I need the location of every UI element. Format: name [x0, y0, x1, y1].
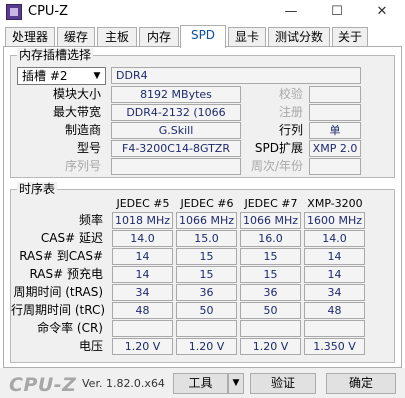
- spd-ext-label: SPD扩展: [254, 141, 303, 155]
- timing-cell: 36: [240, 284, 301, 301]
- timing-cell: 15: [176, 248, 237, 265]
- max-bandwidth-label: 最大带宽: [52, 105, 101, 119]
- timing-cell: 1.20 V: [176, 338, 237, 355]
- column-header-xmp: XMP-3200: [307, 197, 363, 210]
- timing-cell: 1.350 V: [304, 338, 365, 355]
- timings-group-title: 时序表: [17, 182, 58, 196]
- command-rate-label: 命令率 (CR): [37, 321, 103, 335]
- timing-cell: 14: [304, 266, 365, 283]
- serial-number-field: [111, 158, 241, 175]
- tools-button[interactable]: 工具: [173, 373, 228, 394]
- timing-cell: 36: [176, 284, 237, 301]
- module-size-field: 8192 MBytes: [111, 86, 241, 103]
- validate-button[interactable]: 验证: [250, 373, 316, 394]
- tab-cache[interactable]: 缓存: [57, 27, 95, 47]
- timing-cell: 34: [304, 284, 365, 301]
- timing-cell: 48: [304, 302, 365, 319]
- timing-cell: 15.0: [176, 230, 237, 247]
- timing-cell: [112, 320, 173, 337]
- timing-cell: 15: [240, 248, 301, 265]
- maximize-button[interactable]: ☐: [314, 0, 360, 25]
- part-number-field: F4-3200C14-8GTZR: [111, 140, 241, 157]
- ranks-field: 单: [309, 122, 361, 139]
- timing-cell: [176, 320, 237, 337]
- timing-cell: 14: [304, 248, 365, 265]
- cpu-z-app-icon: [6, 4, 22, 20]
- registered-label: 注册: [278, 105, 303, 119]
- timing-cell: 14: [112, 248, 173, 265]
- registered-field: [309, 104, 361, 121]
- title-bar: CPU-Z — ☐ ✕: [0, 0, 405, 25]
- timing-cell: 1.20 V: [112, 338, 173, 355]
- tab-bench[interactable]: 测试分数: [268, 27, 330, 47]
- column-header-jedec7: JEDEC #7: [244, 197, 298, 210]
- checksum-field: [309, 86, 361, 103]
- tab-spd[interactable]: SPD: [180, 25, 226, 48]
- checksum-label: 校验: [278, 87, 303, 101]
- cas-latency-label: CAS# 延迟: [40, 231, 103, 245]
- tab-strip: 处理器 缓存 主板 内存 SPD 显卡 测试分数 关于: [3, 25, 403, 48]
- footer-bar: CPU-Z Ver. 1.82.0.x64 工具 ▼ 验证 确定: [0, 368, 405, 398]
- timing-cell: 14: [112, 266, 173, 283]
- timing-cell: 1018 MHz: [112, 212, 173, 229]
- slot-select-value: 插槽 #2: [22, 69, 68, 83]
- module-size-label: 模块大小: [52, 87, 101, 101]
- close-button[interactable]: ✕: [359, 0, 405, 25]
- timing-cell: 1066 MHz: [240, 212, 301, 229]
- tab-processor[interactable]: 处理器: [5, 27, 55, 47]
- timing-cell: 1.20 V: [240, 338, 301, 355]
- tras-label: 周期时间 (tRAS): [13, 285, 103, 299]
- voltage-label: 电压: [78, 339, 103, 353]
- tab-about[interactable]: 关于: [332, 27, 368, 47]
- slot-select[interactable]: 插槽 #2 ▼: [17, 67, 106, 85]
- timing-cell: 50: [240, 302, 301, 319]
- timing-cell: 15: [240, 266, 301, 283]
- column-header-jedec6: JEDEC #6: [180, 197, 234, 210]
- spd-panel: 内存插槽选择 插槽 #2 ▼ DDR4 模块大小 8192 MBytes 校验 …: [3, 46, 402, 368]
- version-text: Ver. 1.82.0.x64: [82, 377, 165, 390]
- timing-cell: 15: [176, 266, 237, 283]
- manufacturer-label: 制造商: [64, 123, 101, 137]
- memory-slot-group: 内存插槽选择 插槽 #2 ▼ DDR4 模块大小 8192 MBytes 校验 …: [10, 48, 395, 178]
- ras-precharge-label: RAS# 预充电: [29, 267, 103, 281]
- window-title: CPU-Z: [28, 4, 69, 19]
- timing-cell: 14.0: [304, 230, 365, 247]
- spd-ext-field: XMP 2.0: [309, 140, 361, 157]
- timing-cell: 48: [112, 302, 173, 319]
- tab-graphics[interactable]: 显卡: [228, 27, 266, 47]
- ranks-label: 行列: [278, 123, 303, 137]
- timing-cell: 16.0: [240, 230, 301, 247]
- column-header-jedec5: JEDEC #5: [116, 197, 170, 210]
- timings-group: 时序表 JEDEC #5 JEDEC #6 JEDEC #7 XMP-3200 …: [10, 182, 395, 363]
- timing-cell: [240, 320, 301, 337]
- cpu-z-logo: CPU-Z: [9, 374, 77, 396]
- timing-cell: 1600 MHz: [304, 212, 365, 229]
- week-year-field: [309, 158, 361, 175]
- timing-cell: 14.0: [112, 230, 173, 247]
- max-bandwidth-field: DDR4-2132 (1066 MHz): [111, 104, 241, 134]
- minimize-button[interactable]: —: [268, 0, 314, 25]
- timing-cell: 50: [176, 302, 237, 319]
- chevron-down-icon: ▼: [93, 71, 101, 81]
- ok-button[interactable]: 确定: [326, 373, 396, 394]
- trc-label: 行周期时间 (tRC): [11, 303, 106, 317]
- manufacturer-field: G.Skill: [111, 122, 241, 139]
- frequency-label: 频率: [78, 213, 103, 227]
- timing-cell: 1066 MHz: [176, 212, 237, 229]
- week-year-label: 周次/年份: [250, 159, 303, 173]
- tools-dropdown-chevron-icon[interactable]: ▼: [228, 373, 244, 394]
- module-type-field: DDR4: [111, 67, 361, 84]
- serial-number-label: 序列号: [64, 159, 101, 173]
- memory-slot-group-title: 内存插槽选择: [17, 48, 94, 62]
- tab-memory[interactable]: 内存: [139, 27, 179, 47]
- tab-mainboard[interactable]: 主板: [97, 27, 137, 47]
- ras-to-cas-label: RAS# 到CAS#: [19, 249, 103, 263]
- part-number-label: 型号: [76, 141, 101, 155]
- timing-cell: [304, 320, 365, 337]
- timing-cell: 34: [112, 284, 173, 301]
